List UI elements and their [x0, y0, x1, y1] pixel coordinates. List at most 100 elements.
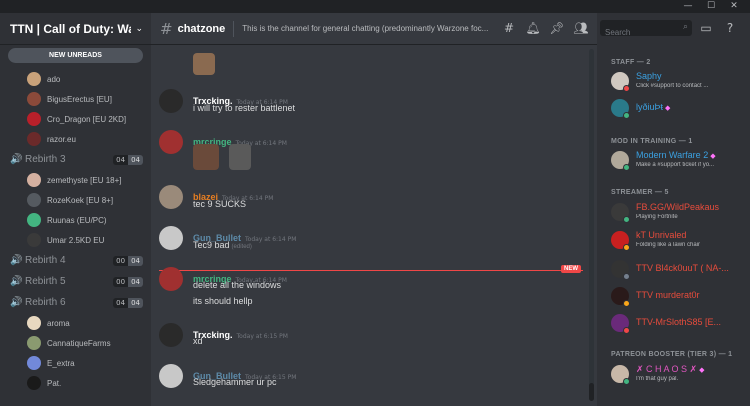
voice-user[interactable]: ado [0, 69, 151, 89]
voice-user[interactable]: aroma [0, 313, 151, 333]
new-badge: NEW [561, 265, 581, 273]
voice-user[interactable]: Ruunas (EU/PC) [0, 210, 151, 230]
avatar [27, 92, 41, 106]
member-item[interactable]: lyðiuÞŧ ◆ [611, 97, 743, 121]
member-item[interactable]: TTV Bl4ck0uuT ( NA-... [611, 258, 743, 282]
search-icon: ⌕ [682, 22, 688, 32]
new-unreads-button[interactable]: NEW UNREADS [8, 48, 143, 63]
inbox-icon[interactable]: ▭ [698, 20, 714, 36]
dnd-status-icon [623, 327, 630, 334]
edited-label: (edited) [231, 244, 252, 250]
message-text: i will try to rester battlenet [193, 103, 296, 113]
idle-status-icon [623, 244, 630, 251]
avatar[interactable] [159, 185, 183, 209]
bell-icon[interactable]: 🔔︎ [525, 20, 541, 36]
members-icon[interactable]: 👥︎ [573, 20, 589, 36]
member-item[interactable]: ✗ C H A O S ✗ ◆ I'm that guy pal. [611, 363, 743, 387]
message-text: Sledgehammer ur pc [193, 377, 277, 387]
member-group-header: MOD IN TRAINING — 1 [611, 138, 693, 145]
message-text: xd [193, 336, 203, 346]
hash-icon: # [160, 19, 173, 38]
voice-user[interactable]: E_extra [0, 353, 151, 373]
voice-user[interactable]: BigusErectus [EU] [0, 89, 151, 109]
voice-channel-rebirth-4[interactable]: 🔊 Rebirth 4 00 04 [0, 250, 151, 271]
avatar [27, 213, 41, 227]
member-item[interactable]: kT Unrivaled Folding like a lawn chair [611, 229, 743, 253]
emoji-image [193, 144, 219, 170]
message-text: delete all the windows [193, 280, 282, 290]
avatar[interactable] [159, 267, 183, 291]
window-titlebar: — ☐ ✕ [0, 0, 750, 13]
emoji-image [193, 53, 215, 75]
avatar [27, 112, 41, 126]
avatar [27, 336, 41, 350]
pin-icon[interactable]: 📌︎ [549, 20, 565, 36]
avatar [27, 173, 41, 187]
scrollbar-track[interactable] [589, 49, 594, 399]
avatar[interactable] [159, 323, 183, 347]
divider [233, 20, 235, 37]
online-status-icon [623, 378, 630, 385]
search-input[interactable] [600, 24, 676, 41]
server-header[interactable]: TTN | Call of Duty: Wa... ⌄ [0, 13, 151, 45]
avatar[interactable] [159, 130, 183, 154]
idle-status-icon [623, 300, 630, 307]
timestamp: Today at 6:14 PM [245, 236, 297, 243]
voice-user[interactable]: Cro_Dragon [EU 2KD] [0, 109, 151, 129]
avatar [27, 376, 41, 390]
minimize-button[interactable]: — [680, 0, 696, 13]
voice-channel-rebirth-5[interactable]: 🔊 Rebirth 5 00 04 [0, 271, 151, 292]
boost-gem-icon: ◆ [665, 105, 671, 112]
member-group-header: STREAMER — 5 [611, 189, 669, 196]
avatar [27, 356, 41, 370]
avatar [27, 316, 41, 330]
member-item[interactable]: TTV-MrSlothS85 [E... [611, 312, 743, 336]
message-text: its should hellp [193, 296, 253, 306]
speaker-icon: 🔊 [10, 154, 23, 165]
channel-sidebar: TTN | Call of Duty: Wa... ⌄ NEW UNREADS … [0, 13, 151, 406]
user-count-badge: 00 04 [113, 255, 143, 266]
user-count-badge: 00 04 [113, 276, 143, 287]
voice-user[interactable]: Pat. [0, 373, 151, 393]
boost-gem-icon: ◆ [710, 153, 716, 160]
member-item[interactable]: Saphy Click #support to contact ... [611, 70, 743, 94]
close-button[interactable]: ✕ [726, 0, 742, 13]
speaker-icon: 🔊 [10, 297, 23, 308]
speaker-icon: 🔊 [10, 255, 23, 266]
member-item[interactable]: TTV murderat0r [611, 285, 743, 309]
avatar [27, 72, 41, 86]
maximize-button[interactable]: ☐ [703, 0, 719, 13]
voice-channel-rebirth-3[interactable]: 🔊 Rebirth 3 04 04 [0, 149, 151, 170]
message-text: Tec9 bad (edited) [193, 240, 252, 250]
member-item[interactable]: Modern Warfare 2 ◆ Make a #support ticket… [611, 149, 743, 173]
boost-gem-icon: ◆ [699, 367, 705, 374]
member-group-header: PATREON BOOSTER (TIER 3) — 1 [611, 351, 733, 358]
voice-user[interactable]: zemethyste [EU 18+] [0, 170, 151, 190]
server-name: TTN | Call of Duty: Wa... [10, 21, 132, 36]
member-item[interactable]: FB.GG/WildPeakaus Playing Fortnite [611, 201, 743, 225]
timestamp: Today at 6:15 PM [236, 333, 288, 340]
threads-icon[interactable]: # [501, 20, 517, 36]
voice-user[interactable]: CannatiqueFarms [0, 333, 151, 353]
avatar[interactable] [159, 364, 183, 388]
offline-status-icon [623, 273, 630, 280]
channel-name: chatzone [177, 22, 226, 35]
search-box[interactable]: ⌕ [600, 20, 692, 41]
emoji-image [229, 144, 251, 170]
avatar[interactable] [159, 226, 183, 250]
avatar [27, 193, 41, 207]
voice-user[interactable]: Umar 2.5KD EU [0, 230, 151, 250]
voice-user[interactable]: RozeKoek [EU 8+] [0, 190, 151, 210]
speaker-icon: 🔊 [10, 276, 23, 287]
message-text: tec 9 SUCKS [193, 199, 247, 209]
voice-channel-rebirth-6[interactable]: 🔊 Rebirth 6 04 04 [0, 292, 151, 313]
scrollbar-thumb[interactable] [589, 383, 594, 401]
avatar [27, 132, 41, 146]
avatar [27, 233, 41, 247]
avatar[interactable] [159, 89, 183, 113]
member-group-header: STAFF — 2 [611, 59, 651, 66]
channel-topic[interactable]: This is the channel for general chatting… [242, 24, 498, 33]
help-icon[interactable]: ? [722, 20, 738, 36]
chat-area: # chatzone This is the channel for gener… [151, 13, 597, 406]
voice-user[interactable]: razor.eu [0, 129, 151, 149]
